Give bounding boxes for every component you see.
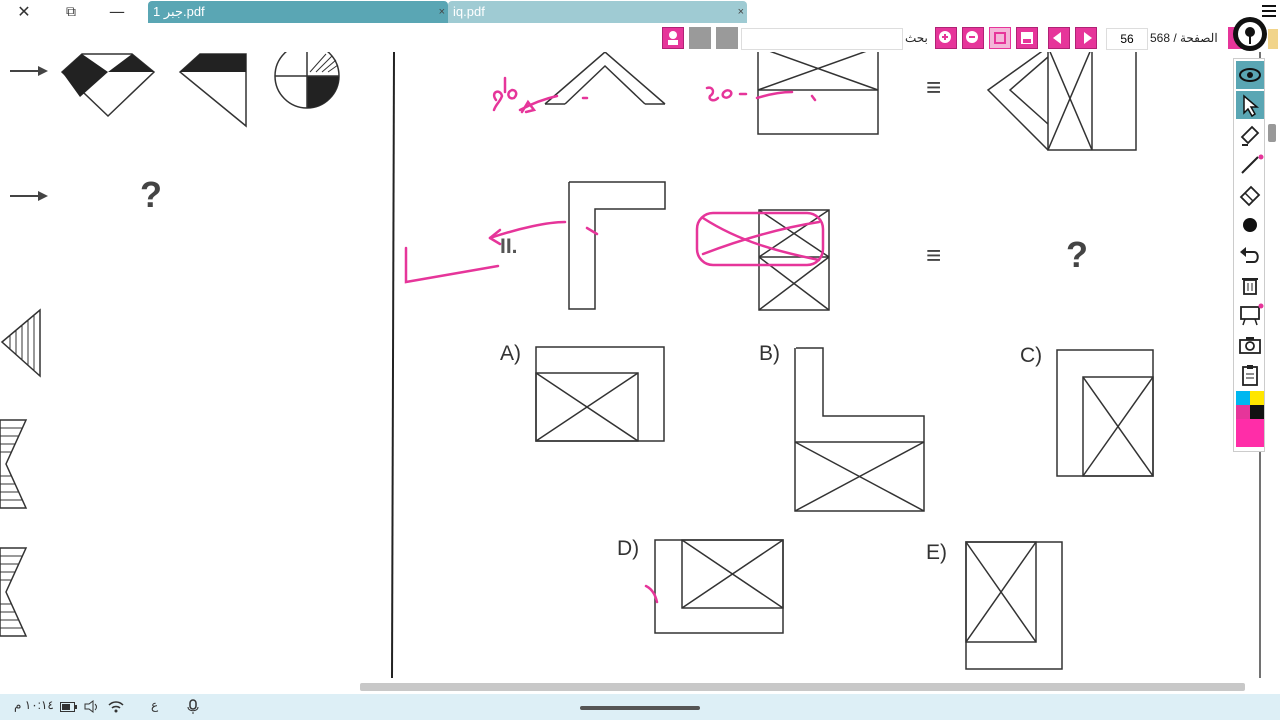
tab-algebra-pdf[interactable]: جبر 1.pdf ×	[148, 1, 448, 23]
previous-page-icon[interactable]	[1048, 27, 1070, 49]
tab-title: iq.pdf	[453, 4, 485, 19]
camera-icon[interactable]	[1236, 331, 1264, 359]
annotation-toolbar	[1233, 58, 1265, 452]
battery-icon	[60, 700, 78, 712]
option-d-label[interactable]: D)	[617, 537, 639, 561]
left-hatched-triangle	[0, 308, 41, 378]
page-label: الصفحة	[1180, 31, 1218, 45]
undo-icon[interactable]	[1236, 241, 1264, 269]
minimize-window-icon[interactable]: —	[106, 2, 128, 22]
equals-sign-top: ≡	[926, 72, 942, 102]
side-tab[interactable]	[1268, 29, 1278, 49]
answer-question-mark: ?	[1066, 234, 1088, 275]
tab-close-icon[interactable]: ×	[439, 1, 445, 23]
dot-icon[interactable]	[1236, 211, 1264, 239]
left-triangle-shape	[178, 53, 247, 128]
horizontal-scrollbar[interactable]	[360, 683, 1245, 691]
left-hatched-bowtie-1	[0, 419, 28, 509]
left-hatched-bowtie-2	[0, 547, 28, 637]
option-a-label[interactable]: A)	[500, 342, 521, 366]
gray-tool-button-2[interactable]	[716, 27, 738, 49]
handwritten-annotations	[404, 76, 825, 604]
eraser-icon[interactable]	[1236, 181, 1264, 209]
volume-icon[interactable]	[84, 700, 100, 713]
clipboard-icon[interactable]	[1236, 361, 1264, 389]
restore-window-icon[interactable]: ⧉	[60, 2, 82, 22]
left-circle-shape	[274, 52, 340, 109]
left-question-mark: ?	[140, 174, 162, 215]
tab-title: جبر 1.pdf	[153, 4, 205, 19]
option-e-label[interactable]: E)	[926, 541, 947, 565]
tab-close-icon[interactable]: ×	[738, 1, 744, 23]
gray-tool-button[interactable]	[689, 27, 711, 49]
pdf-page: ? II. ≡ ≡ ? A) B) C) D) E)	[0, 52, 1262, 678]
option-d-shape	[654, 539, 784, 634]
question-number: II.	[500, 235, 518, 258]
equals-sign-bottom: ≡	[926, 240, 942, 270]
tab-iq-pdf[interactable]: iq.pdf ×	[448, 1, 747, 23]
highlighter-icon[interactable]	[1236, 121, 1264, 149]
board-icon[interactable]	[1236, 301, 1264, 329]
eye-icon[interactable]	[1236, 61, 1264, 89]
option-a-shape	[535, 346, 665, 442]
close-window-icon[interactable]: ✕	[13, 2, 35, 22]
app-chrome: ✕ ⧉ — جبر 1.pdf × iq.pdf × بحث 56 568 / …	[0, 0, 1280, 52]
search-label: بحث	[905, 31, 928, 45]
home-indicator[interactable]	[580, 706, 700, 710]
microphone-icon[interactable]	[186, 699, 200, 715]
pen-icon[interactable]	[1236, 151, 1264, 179]
page-divider	[391, 52, 395, 678]
next-page-icon[interactable]	[1075, 27, 1097, 49]
option-c-label[interactable]: C)	[1020, 344, 1042, 368]
option-c-shape	[1056, 349, 1154, 477]
pointer-icon[interactable]	[1236, 91, 1264, 119]
vertical-scrollbar-thumb[interactable]	[1268, 124, 1276, 142]
save-icon[interactable]	[1016, 27, 1038, 49]
annotate-tool-icon[interactable]	[662, 27, 684, 49]
pdf-canvas	[0, 52, 1261, 678]
zoom-out-icon[interactable]	[962, 27, 984, 49]
pen-logo-icon[interactable]	[1233, 17, 1267, 51]
option-b-label[interactable]: B)	[759, 342, 780, 366]
left-diamond-shape	[60, 53, 156, 118]
question-l-shape	[568, 181, 666, 310]
page-total: 568 /	[1150, 31, 1177, 45]
option-b-shape	[794, 347, 925, 512]
top-result-shape	[986, 52, 1137, 151]
clock: ١٠:١٤ م	[14, 698, 54, 712]
search-input[interactable]	[741, 28, 903, 50]
top-chevron-shape	[544, 52, 666, 105]
wifi-icon	[108, 700, 124, 713]
page-number-input[interactable]: 56	[1106, 28, 1148, 50]
left-arrow-1	[10, 66, 48, 76]
trash-icon[interactable]	[1236, 271, 1264, 299]
zoom-in-icon[interactable]	[935, 27, 957, 49]
left-arrow-2	[10, 191, 48, 201]
keyboard-language[interactable]: ع	[151, 698, 158, 712]
color-palette-icon[interactable]	[1236, 391, 1264, 449]
option-e-shape	[965, 541, 1063, 670]
fit-page-icon[interactable]	[989, 27, 1011, 49]
